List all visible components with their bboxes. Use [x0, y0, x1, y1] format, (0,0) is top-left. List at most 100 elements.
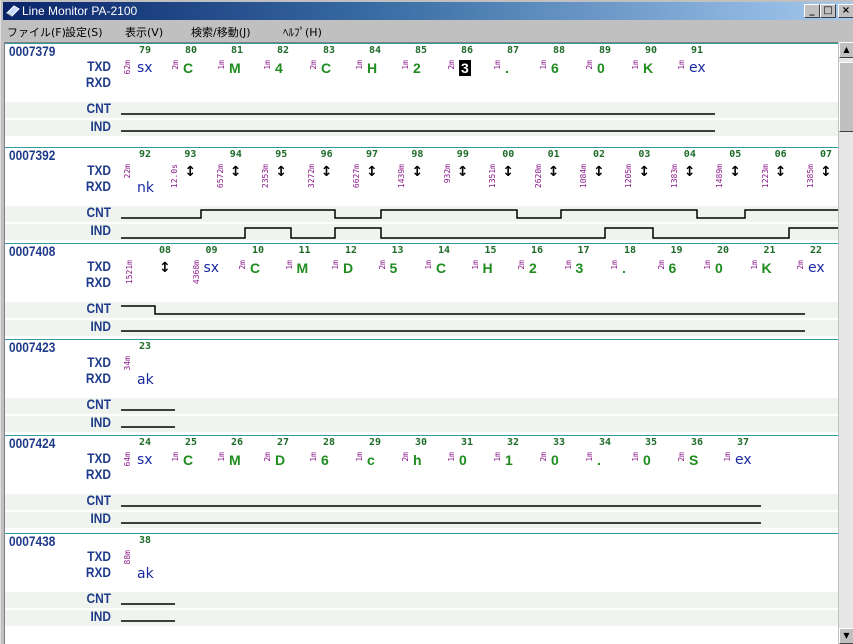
record-block[interactable]: 0007424 TXD RXD CNT IND 64m 24 sx 25 1m C 26 1m M 27 2m…: [5, 435, 838, 533]
menu-search-move[interactable]: 検索/移動(J): [191, 24, 251, 40]
txd-char[interactable]: C: [436, 260, 446, 276]
record-block[interactable]: 0007392 TXD RXD CNT IND 22m 92 nk 93 12.0s ↕ 94 6572…: [5, 147, 838, 243]
byte-cell[interactable]: 01 2620m ↕: [534, 148, 579, 208]
rxd-char[interactable]: ak: [137, 372, 154, 388]
txd-char[interactable]: c: [367, 452, 375, 468]
txd-char[interactable]: H: [483, 260, 493, 276]
txd-char[interactable]: .: [622, 260, 626, 276]
byte-cell[interactable]: 26 1m M: [217, 436, 263, 496]
txd-char[interactable]: sx: [204, 260, 220, 276]
byte-cell[interactable]: 11 1m M: [285, 244, 332, 304]
byte-cell[interactable]: 33 2m 0: [539, 436, 585, 496]
byte-cell[interactable]: 38 ak: [125, 534, 171, 594]
txd-char[interactable]: 0: [459, 452, 467, 468]
byte-cell[interactable]: 16 2m 2: [517, 244, 564, 304]
byte-cell[interactable]: 93 12.0s ↕: [170, 148, 215, 208]
byte-cell[interactable]: 06 1223m ↕: [761, 148, 806, 208]
byte-cell[interactable]: 95 2353m ↕: [261, 148, 306, 208]
txd-char[interactable]: M: [229, 60, 241, 76]
txd-char[interactable]: K: [762, 260, 772, 276]
byte-cell[interactable]: 27 2m D: [263, 436, 309, 496]
byte-cell[interactable]: 25 1m C: [171, 436, 217, 496]
byte-cell[interactable]: 19 2m 6: [657, 244, 704, 304]
txd-char[interactable]: S: [689, 452, 698, 468]
rxd-char[interactable]: ak: [137, 566, 154, 582]
byte-cell[interactable]: 12 1m D: [331, 244, 378, 304]
byte-cell[interactable]: 85 1m 2: [401, 44, 447, 104]
byte-cell[interactable]: 91 1m ex: [677, 44, 723, 104]
byte-cell[interactable]: 99 932m ↕: [443, 148, 488, 208]
txd-char[interactable]: 2: [413, 60, 421, 76]
byte-cell[interactable]: 14 1m C: [424, 244, 471, 304]
txd-char[interactable]: h: [413, 452, 422, 468]
txd-char[interactable]: C: [321, 60, 331, 76]
scroll-down-button[interactable]: ▼: [839, 628, 853, 644]
txd-char[interactable]: C: [250, 260, 260, 276]
byte-cell[interactable]: 21 1m K: [750, 244, 797, 304]
txd-char[interactable]: 6: [551, 60, 559, 76]
txd-char[interactable]: 6: [669, 260, 677, 276]
byte-cell[interactable]: 98 1439m ↕: [397, 148, 442, 208]
byte-cell[interactable]: 07 1385m ↕: [806, 148, 838, 208]
record-block[interactable]: 0007408 TXD RXD CNT IND 1521m 08 ↕ 09 4368m sx 10 2m…: [5, 243, 838, 339]
txd-char[interactable]: 3: [459, 60, 471, 76]
byte-cell[interactable]: 24 sx: [125, 436, 171, 496]
byte-cell[interactable]: 94 6572m ↕: [216, 148, 261, 208]
txd-char[interactable]: 0: [715, 260, 723, 276]
txd-char[interactable]: C: [183, 60, 193, 76]
byte-cell[interactable]: 00 1351m ↕: [488, 148, 533, 208]
txd-char[interactable]: 4: [275, 60, 283, 76]
byte-cell[interactable]: 03 1205m ↕: [624, 148, 669, 208]
byte-cell[interactable]: 10 2m C: [238, 244, 285, 304]
txd-char[interactable]: 6: [321, 452, 329, 468]
txd-char[interactable]: D: [275, 452, 285, 468]
txd-char[interactable]: M: [297, 260, 309, 276]
byte-cell[interactable]: 35 1m 0: [631, 436, 677, 496]
record-block[interactable]: 0007379 TXD RXD CNT IND 62m 79 sx 80 2m C 81 1m M 82 1m…: [5, 43, 838, 147]
byte-cell[interactable]: 18 1m.: [610, 244, 657, 304]
txd-char[interactable]: sx: [137, 452, 153, 468]
txd-char[interactable]: 0: [643, 452, 651, 468]
byte-cell[interactable]: 36 2m S: [677, 436, 723, 496]
byte-cell[interactable]: 87 1m.: [493, 44, 539, 104]
txd-char[interactable]: 0: [597, 60, 605, 76]
menu-view[interactable]: 表示(V): [125, 24, 163, 40]
txd-char[interactable]: 0: [551, 452, 559, 468]
byte-cell[interactable]: 82 1m 4: [263, 44, 309, 104]
byte-cell[interactable]: 15 1m H: [471, 244, 518, 304]
rxd-char[interactable]: nk: [137, 180, 154, 196]
vertical-scrollbar[interactable]: ▲ ▼: [839, 42, 853, 644]
byte-cell[interactable]: 17 1m 3: [564, 244, 611, 304]
byte-cell[interactable]: 84 1m H: [355, 44, 401, 104]
txd-char[interactable]: K: [643, 60, 653, 76]
txd-char[interactable]: ex: [808, 260, 825, 276]
menu-settings[interactable]: 設定(S): [65, 24, 103, 40]
close-button[interactable]: ×: [838, 4, 853, 18]
txd-char[interactable]: ex: [735, 452, 752, 468]
scroll-thumb[interactable]: [839, 62, 853, 132]
byte-cell[interactable]: 37 1m ex: [723, 436, 769, 496]
byte-cell[interactable]: 96 3272m ↕: [307, 148, 352, 208]
txd-char[interactable]: D: [343, 260, 353, 276]
byte-cell[interactable]: 81 1m M: [217, 44, 263, 104]
byte-cell[interactable]: 23 ak: [125, 340, 171, 400]
txd-char[interactable]: C: [183, 452, 193, 468]
byte-cell[interactable]: 30 2m h: [401, 436, 447, 496]
byte-cell[interactable]: 79 sx: [125, 44, 171, 104]
byte-cell[interactable]: 97 6627m ↕: [352, 148, 397, 208]
txd-char[interactable]: H: [367, 60, 377, 76]
byte-cell[interactable]: 20 1m 0: [703, 244, 750, 304]
byte-cell[interactable]: 89 2m 0: [585, 44, 631, 104]
title-bar[interactable]: Line Monitor PA-2100 _ □ ×: [3, 2, 853, 20]
byte-cell[interactable]: 32 1m 1: [493, 436, 539, 496]
menu-help[interactable]: ﾍﾙﾌﾟ(H): [283, 24, 322, 40]
minimize-button[interactable]: _: [804, 4, 820, 18]
byte-cell[interactable]: 08 ↕: [145, 244, 192, 304]
scroll-up-button[interactable]: ▲: [839, 42, 853, 58]
byte-cell[interactable]: 22 2m ex: [796, 244, 838, 304]
txd-char[interactable]: ex: [689, 60, 706, 76]
byte-cell[interactable]: 90 1m K: [631, 44, 677, 104]
txd-char[interactable]: M: [229, 452, 241, 468]
txd-char[interactable]: 5: [390, 260, 398, 276]
record-block[interactable]: 0007423 TXD RXD CNT IND 34m 23 ak: [5, 339, 838, 435]
